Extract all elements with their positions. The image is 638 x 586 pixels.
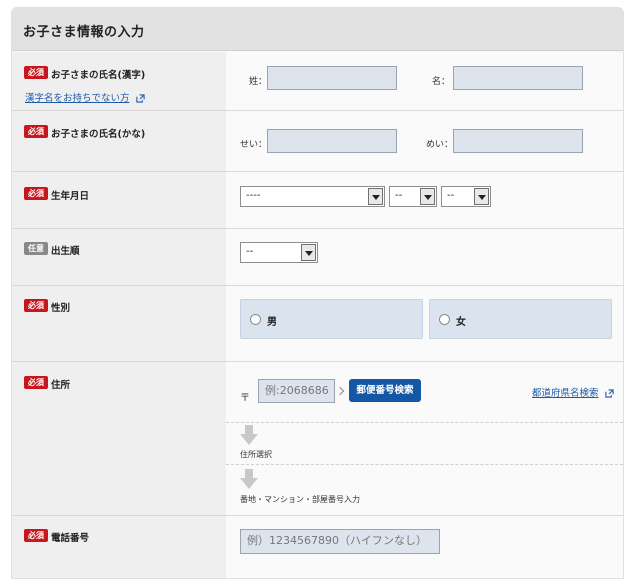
name-kanji-label: お子さまの氏名(漢字) bbox=[51, 70, 146, 81]
birth-month-select[interactable]: -- bbox=[389, 186, 437, 207]
row-name-kana: 必須 お子さまの氏名(かな) せい： めい： bbox=[12, 111, 623, 172]
birth-order-select[interactable]: -- bbox=[240, 242, 318, 263]
child-info-panel: お子さま情報の入力 必須 お子さまの氏名(漢字) 漢字名をお持ちでない方 姓： … bbox=[11, 7, 624, 579]
row-birthdate: 必須 生年月日 ---- -- -- bbox=[12, 172, 623, 229]
first-name-kana-label: めい： bbox=[426, 140, 454, 150]
gender-male-option[interactable]: 男 bbox=[240, 299, 423, 339]
external-link-icon bbox=[135, 94, 145, 103]
required-badge: 必須 bbox=[24, 66, 48, 79]
row-phone: 必須 電話番号 例）1234567890（ハイフンなし） bbox=[12, 516, 623, 578]
address-label: 住所 bbox=[51, 380, 71, 391]
radio-button[interactable] bbox=[250, 314, 261, 325]
row-gender: 必須 性別 男 女 bbox=[12, 286, 623, 362]
row-birth-order: 任意 出生順 -- bbox=[12, 229, 623, 286]
birth-day-select[interactable]: -- bbox=[441, 186, 491, 207]
last-name-kanji-input[interactable] bbox=[267, 66, 397, 90]
postal-code-input[interactable]: 例:2068686 bbox=[258, 379, 335, 403]
gender-female-option[interactable]: 女 bbox=[429, 299, 612, 339]
first-name-label: 名： bbox=[432, 77, 451, 87]
required-badge: 必須 bbox=[24, 299, 48, 312]
last-name-kana-label: せい： bbox=[240, 140, 268, 150]
chevron-down-icon bbox=[474, 188, 489, 205]
chevron-right-icon bbox=[335, 386, 345, 396]
required-badge: 必須 bbox=[24, 125, 48, 138]
address-select-step: 住所選択 bbox=[240, 450, 272, 459]
chevron-down-icon bbox=[368, 188, 383, 205]
section-title: お子さま情報の入力 bbox=[23, 25, 145, 40]
required-badge: 必須 bbox=[24, 187, 48, 200]
required-badge: 必須 bbox=[24, 376, 48, 389]
birthdate-label: 生年月日 bbox=[51, 191, 90, 202]
row-address: 必須 住所 〒 例:2068686 郵便番号検索 都道府県名検索 住所選択 番地… bbox=[12, 362, 623, 516]
chevron-down-icon bbox=[301, 244, 316, 261]
birth-year-select[interactable]: ---- bbox=[240, 186, 385, 207]
required-badge: 必須 bbox=[24, 529, 48, 542]
first-name-kana-input[interactable] bbox=[453, 129, 583, 153]
birth-order-label: 出生順 bbox=[51, 246, 80, 257]
prefecture-search-link[interactable]: 都道府県名検索 bbox=[532, 385, 614, 399]
gender-label: 性別 bbox=[51, 303, 71, 314]
first-name-kanji-input[interactable] bbox=[453, 66, 583, 90]
arrow-down-icon bbox=[240, 469, 258, 489]
postal-mark: 〒 bbox=[240, 393, 250, 404]
postal-search-button[interactable]: 郵便番号検索 bbox=[349, 379, 421, 402]
section-header: お子さま情報の入力 bbox=[12, 8, 623, 51]
phone-label: 電話番号 bbox=[51, 533, 90, 544]
optional-badge: 任意 bbox=[24, 242, 48, 255]
name-kana-label: お子さまの氏名(かな) bbox=[51, 129, 146, 140]
last-name-label: 姓： bbox=[249, 77, 268, 87]
last-name-kana-input[interactable] bbox=[267, 129, 397, 153]
row-name-kanji: 必須 お子さまの氏名(漢字) 漢字名をお持ちでない方 姓： 名： bbox=[12, 52, 623, 111]
chevron-down-icon bbox=[420, 188, 435, 205]
no-kanji-name-link[interactable]: 漢字名をお持ちでない方 bbox=[25, 90, 145, 104]
external-link-icon bbox=[604, 389, 614, 398]
phone-input[interactable]: 例）1234567890（ハイフンなし） bbox=[240, 529, 440, 554]
address-detail-step: 番地・マンション・部屋番号入力 bbox=[240, 495, 360, 504]
radio-button[interactable] bbox=[439, 314, 450, 325]
arrow-down-icon bbox=[240, 425, 258, 445]
